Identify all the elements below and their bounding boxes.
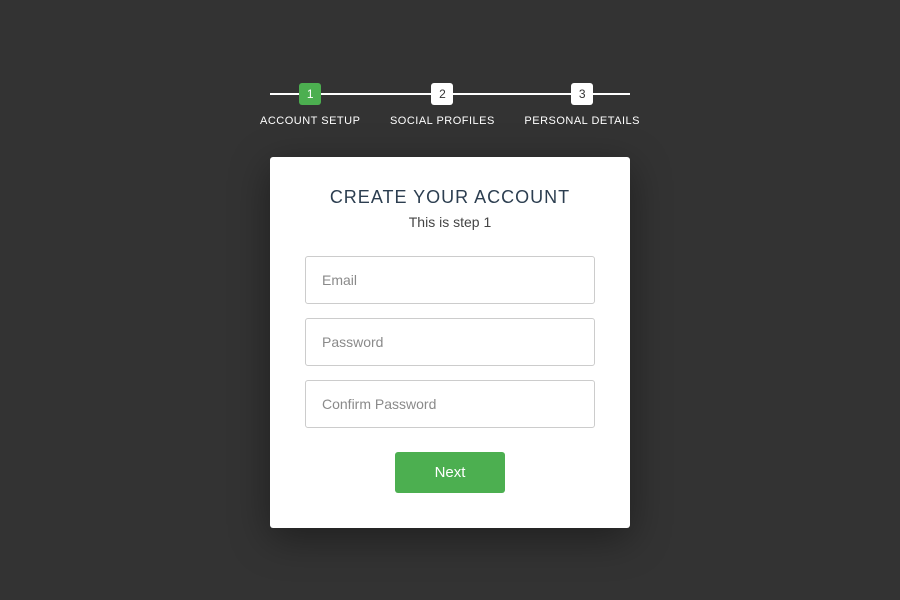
progress-step-1[interactable]: 1 Account Setup: [260, 83, 360, 127]
password-field[interactable]: [305, 318, 595, 366]
progress-step-3[interactable]: 3 Personal Details: [524, 83, 640, 127]
step-number-1: 1: [299, 83, 321, 105]
step-label-1: Account Setup: [260, 115, 360, 127]
progress-steps: 1 Account Setup 2 Social Profiles 3 Pers…: [260, 83, 640, 127]
progress-step-2[interactable]: 2 Social Profiles: [390, 83, 495, 127]
signup-form: Next: [305, 256, 595, 493]
card-title: Create your account: [330, 187, 570, 208]
next-button[interactable]: Next: [395, 452, 505, 493]
step-number-2: 2: [431, 83, 453, 105]
step-label-2: Social Profiles: [390, 115, 495, 127]
progress-bar: 1 Account Setup 2 Social Profiles 3 Pers…: [260, 83, 640, 127]
confirm-password-field[interactable]: [305, 380, 595, 428]
step-number-3: 3: [571, 83, 593, 105]
email-field[interactable]: [305, 256, 595, 304]
step-label-3: Personal Details: [524, 115, 640, 127]
signup-card: Create your account This is step 1 Next: [270, 157, 630, 528]
card-subtitle: This is step 1: [409, 214, 491, 230]
